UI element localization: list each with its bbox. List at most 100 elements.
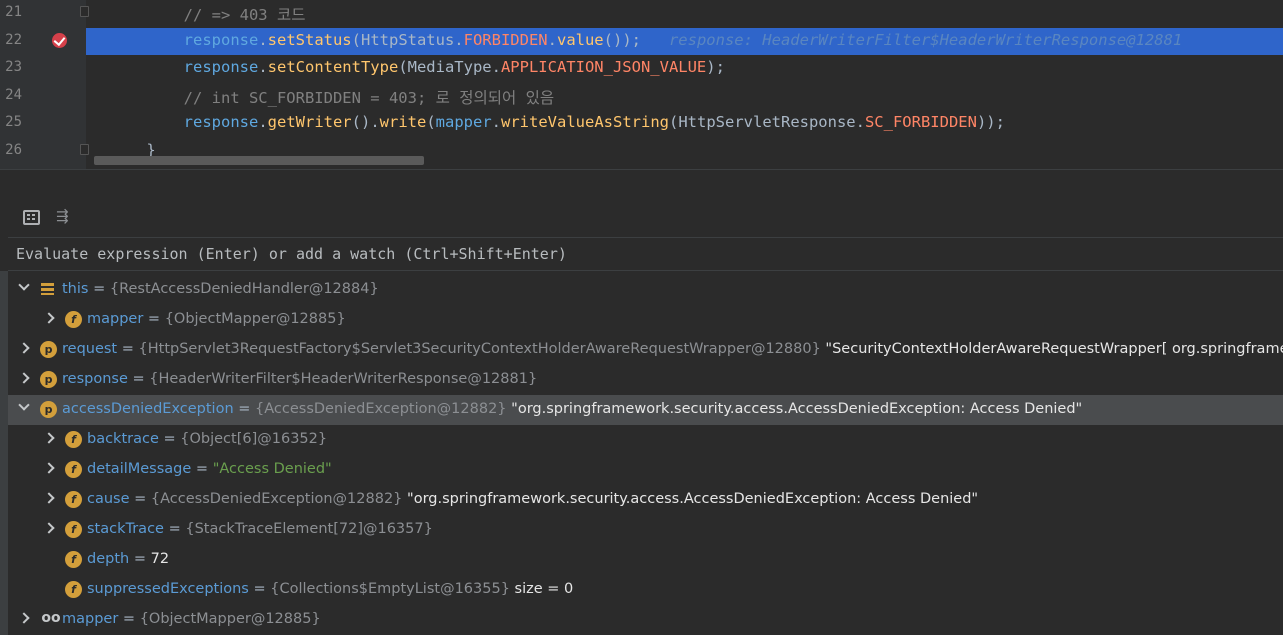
line-number: 26 xyxy=(5,141,22,158)
gutter-cell[interactable]: 24 xyxy=(0,83,86,110)
line-number: 25 xyxy=(5,114,22,130)
variable-entry: accessDeniedException = {AccessDeniedExc… xyxy=(62,401,1082,417)
equals-sign: = xyxy=(143,311,165,327)
expand-arrow-icon[interactable] xyxy=(18,399,30,411)
variable-type: {StackTraceElement[72]@16357} xyxy=(185,521,433,537)
variable-row[interactable]: f depth = 72 xyxy=(8,545,1283,575)
variable-value: "SecurityContextHolderAwareRequestWrappe… xyxy=(825,341,1283,357)
equals-sign: = xyxy=(129,551,151,567)
collapse-arrow-icon[interactable] xyxy=(18,342,30,354)
fold-marker-icon[interactable] xyxy=(80,143,89,155)
variable-row[interactable]: f suppressedExceptions = {Collections$Emp… xyxy=(8,575,1283,605)
gutter-cell[interactable]: 22 xyxy=(0,27,86,55)
variable-name: this xyxy=(62,281,89,297)
collapse-arrow-icon[interactable] xyxy=(43,492,55,504)
variable-type: {HeaderWriterFilter$HeaderWriterResponse… xyxy=(149,371,538,387)
variable-row[interactable]: f detailMessage = "Access Denied" xyxy=(8,455,1283,485)
code-line[interactable]: 23 response.setContentType(MediaType.APP… xyxy=(0,55,1283,82)
code-editor[interactable]: 21 // => 403 코드 22 response.setStatus(Htt… xyxy=(0,0,1283,170)
field-icon: f xyxy=(65,311,82,328)
variable-entry: response = {HeaderWriterFilter$HeaderWri… xyxy=(62,371,537,387)
variable-type: {Object[6]@16352} xyxy=(180,431,328,447)
variable-type: {RestAccessDeniedHandler@12884} xyxy=(109,281,379,297)
variable-name: request xyxy=(62,341,118,357)
evaluate-expression-input[interactable] xyxy=(8,238,1283,270)
parameter-icon: p xyxy=(40,371,57,388)
variable-type: {ObjectMapper@12885} xyxy=(139,611,321,627)
variable-entry: depth = 72 xyxy=(87,551,169,567)
variable-string-value: "Access Denied" xyxy=(212,461,332,477)
equals-sign: = xyxy=(248,581,271,597)
expand-arrow-icon[interactable] xyxy=(18,279,30,291)
this-object-icon xyxy=(40,281,57,298)
field-icon: f xyxy=(65,581,82,598)
code-line[interactable]: 22 response.setStatus(HttpStatus.FORBIDD… xyxy=(0,27,1283,55)
variable-entry: cause = {AccessDeniedException@12882} "o… xyxy=(87,491,978,507)
variable-row[interactable]: f stackTrace = {StackTraceElement[72]@163… xyxy=(8,515,1283,545)
variable-name: accessDeniedException xyxy=(62,401,234,417)
field-icon: f xyxy=(65,521,82,538)
variable-type: {ObjectMapper@12885} xyxy=(164,311,346,327)
variable-type: {AccessDeniedException@12882} xyxy=(150,491,403,507)
variable-type: {AccessDeniedException@12882} xyxy=(255,401,507,417)
parameter-icon: p xyxy=(40,341,57,358)
variable-value: "org.springframework.security.access.Acc… xyxy=(402,491,979,507)
line-number: 24 xyxy=(5,86,22,103)
collapse-arrow-icon[interactable] xyxy=(43,432,55,444)
variable-row[interactable]: p accessDeniedException = {AccessDeniedEx… xyxy=(8,395,1283,425)
variable-type: {Collections$EmptyList@16355} xyxy=(270,581,510,597)
code-line[interactable]: 25 response.getWriter().write(mapper.wri… xyxy=(0,110,1283,137)
equals-sign: = xyxy=(233,401,256,417)
watches-toggle-icon[interactable]: ⇶ xyxy=(56,207,73,225)
variable-row[interactable]: f backtrace = {Object[6]@16352} xyxy=(8,425,1283,455)
code-text: response.getWriter().write(mapper.writeV… xyxy=(183,113,1005,131)
variable-entry: suppressedExceptions = {Collections$Empt… xyxy=(87,581,573,597)
collapse-arrow-icon[interactable] xyxy=(18,612,30,624)
calculator-icon[interactable] xyxy=(23,210,40,225)
variables-tree: this = {RestAccessDeniedHandler@12884} f m… xyxy=(8,275,1283,635)
variable-name: response xyxy=(62,371,128,387)
gutter-cell[interactable]: 25 xyxy=(0,110,86,137)
field-icon: f xyxy=(65,431,82,448)
code-text: // int SC_FORBIDDEN = 403; 로 정의되어 있음 xyxy=(109,88,555,107)
gutter-cell[interactable]: 21 xyxy=(0,0,89,27)
collapse-arrow-icon[interactable] xyxy=(43,312,55,324)
collapse-arrow-icon[interactable] xyxy=(18,372,30,384)
variable-entry: mapper = {ObjectMapper@12885} xyxy=(87,311,346,327)
line-number: 21 xyxy=(5,4,22,20)
variable-row[interactable]: p response = {HeaderWriterFilter$HeaderWr… xyxy=(8,365,1283,395)
line-number: 22 xyxy=(5,31,22,48)
evaluate-expression-box[interactable] xyxy=(8,237,1283,271)
variable-entry: backtrace = {Object[6]@16352} xyxy=(87,431,327,447)
variable-row[interactable]: p request = {HttpServlet3RequestFactory$S… xyxy=(8,335,1283,365)
gutter-cell[interactable]: 23 xyxy=(0,55,86,82)
variable-row[interactable]: f cause = {AccessDeniedException@12882} "… xyxy=(8,485,1283,515)
variable-entry: mapper = {ObjectMapper@12885} xyxy=(62,611,321,627)
variables-toolbar: ⇶ xyxy=(0,203,1283,233)
equals-sign: = xyxy=(158,431,181,447)
equals-sign: = xyxy=(127,371,150,387)
variable-row[interactable]: f mapper = {ObjectMapper@12885} xyxy=(8,305,1283,335)
equals-sign: = xyxy=(118,611,140,627)
variable-name: detailMessage xyxy=(87,461,192,477)
variable-entry: detailMessage = "Access Denied" xyxy=(87,461,332,477)
watch-glasses-icon: oo xyxy=(41,610,61,626)
code-line[interactable]: 21 // => 403 코드 xyxy=(0,0,1283,27)
gutter-cell[interactable]: 26 xyxy=(0,138,89,165)
collapse-arrow-icon[interactable] xyxy=(43,462,55,474)
collapse-arrow-icon[interactable] xyxy=(43,522,55,534)
horizontal-scrollbar[interactable] xyxy=(94,156,424,165)
variable-row[interactable]: this = {RestAccessDeniedHandler@12884} xyxy=(8,275,1283,305)
line-number: 23 xyxy=(5,59,22,75)
code-line[interactable]: 24 // int SC_FORBIDDEN = 403; 로 정의되어 있음 xyxy=(0,83,1283,110)
breakpoint-icon[interactable] xyxy=(52,32,67,48)
variable-row[interactable]: oo mapper = {ObjectMapper@12885} xyxy=(8,605,1283,635)
variable-value: 72 xyxy=(150,551,170,567)
code-text: response.setContentType(MediaType.APPLIC… xyxy=(183,58,725,76)
variable-name: suppressedExceptions xyxy=(87,581,249,597)
fold-marker-icon[interactable] xyxy=(80,6,89,17)
variable-entry: stackTrace = {StackTraceElement[72]@1635… xyxy=(87,521,433,537)
variable-value: size = 0 xyxy=(509,581,574,597)
code-text: response.setStatus(HttpStatus.FORBIDDEN.… xyxy=(183,30,1183,49)
variable-name: mapper xyxy=(87,311,144,327)
